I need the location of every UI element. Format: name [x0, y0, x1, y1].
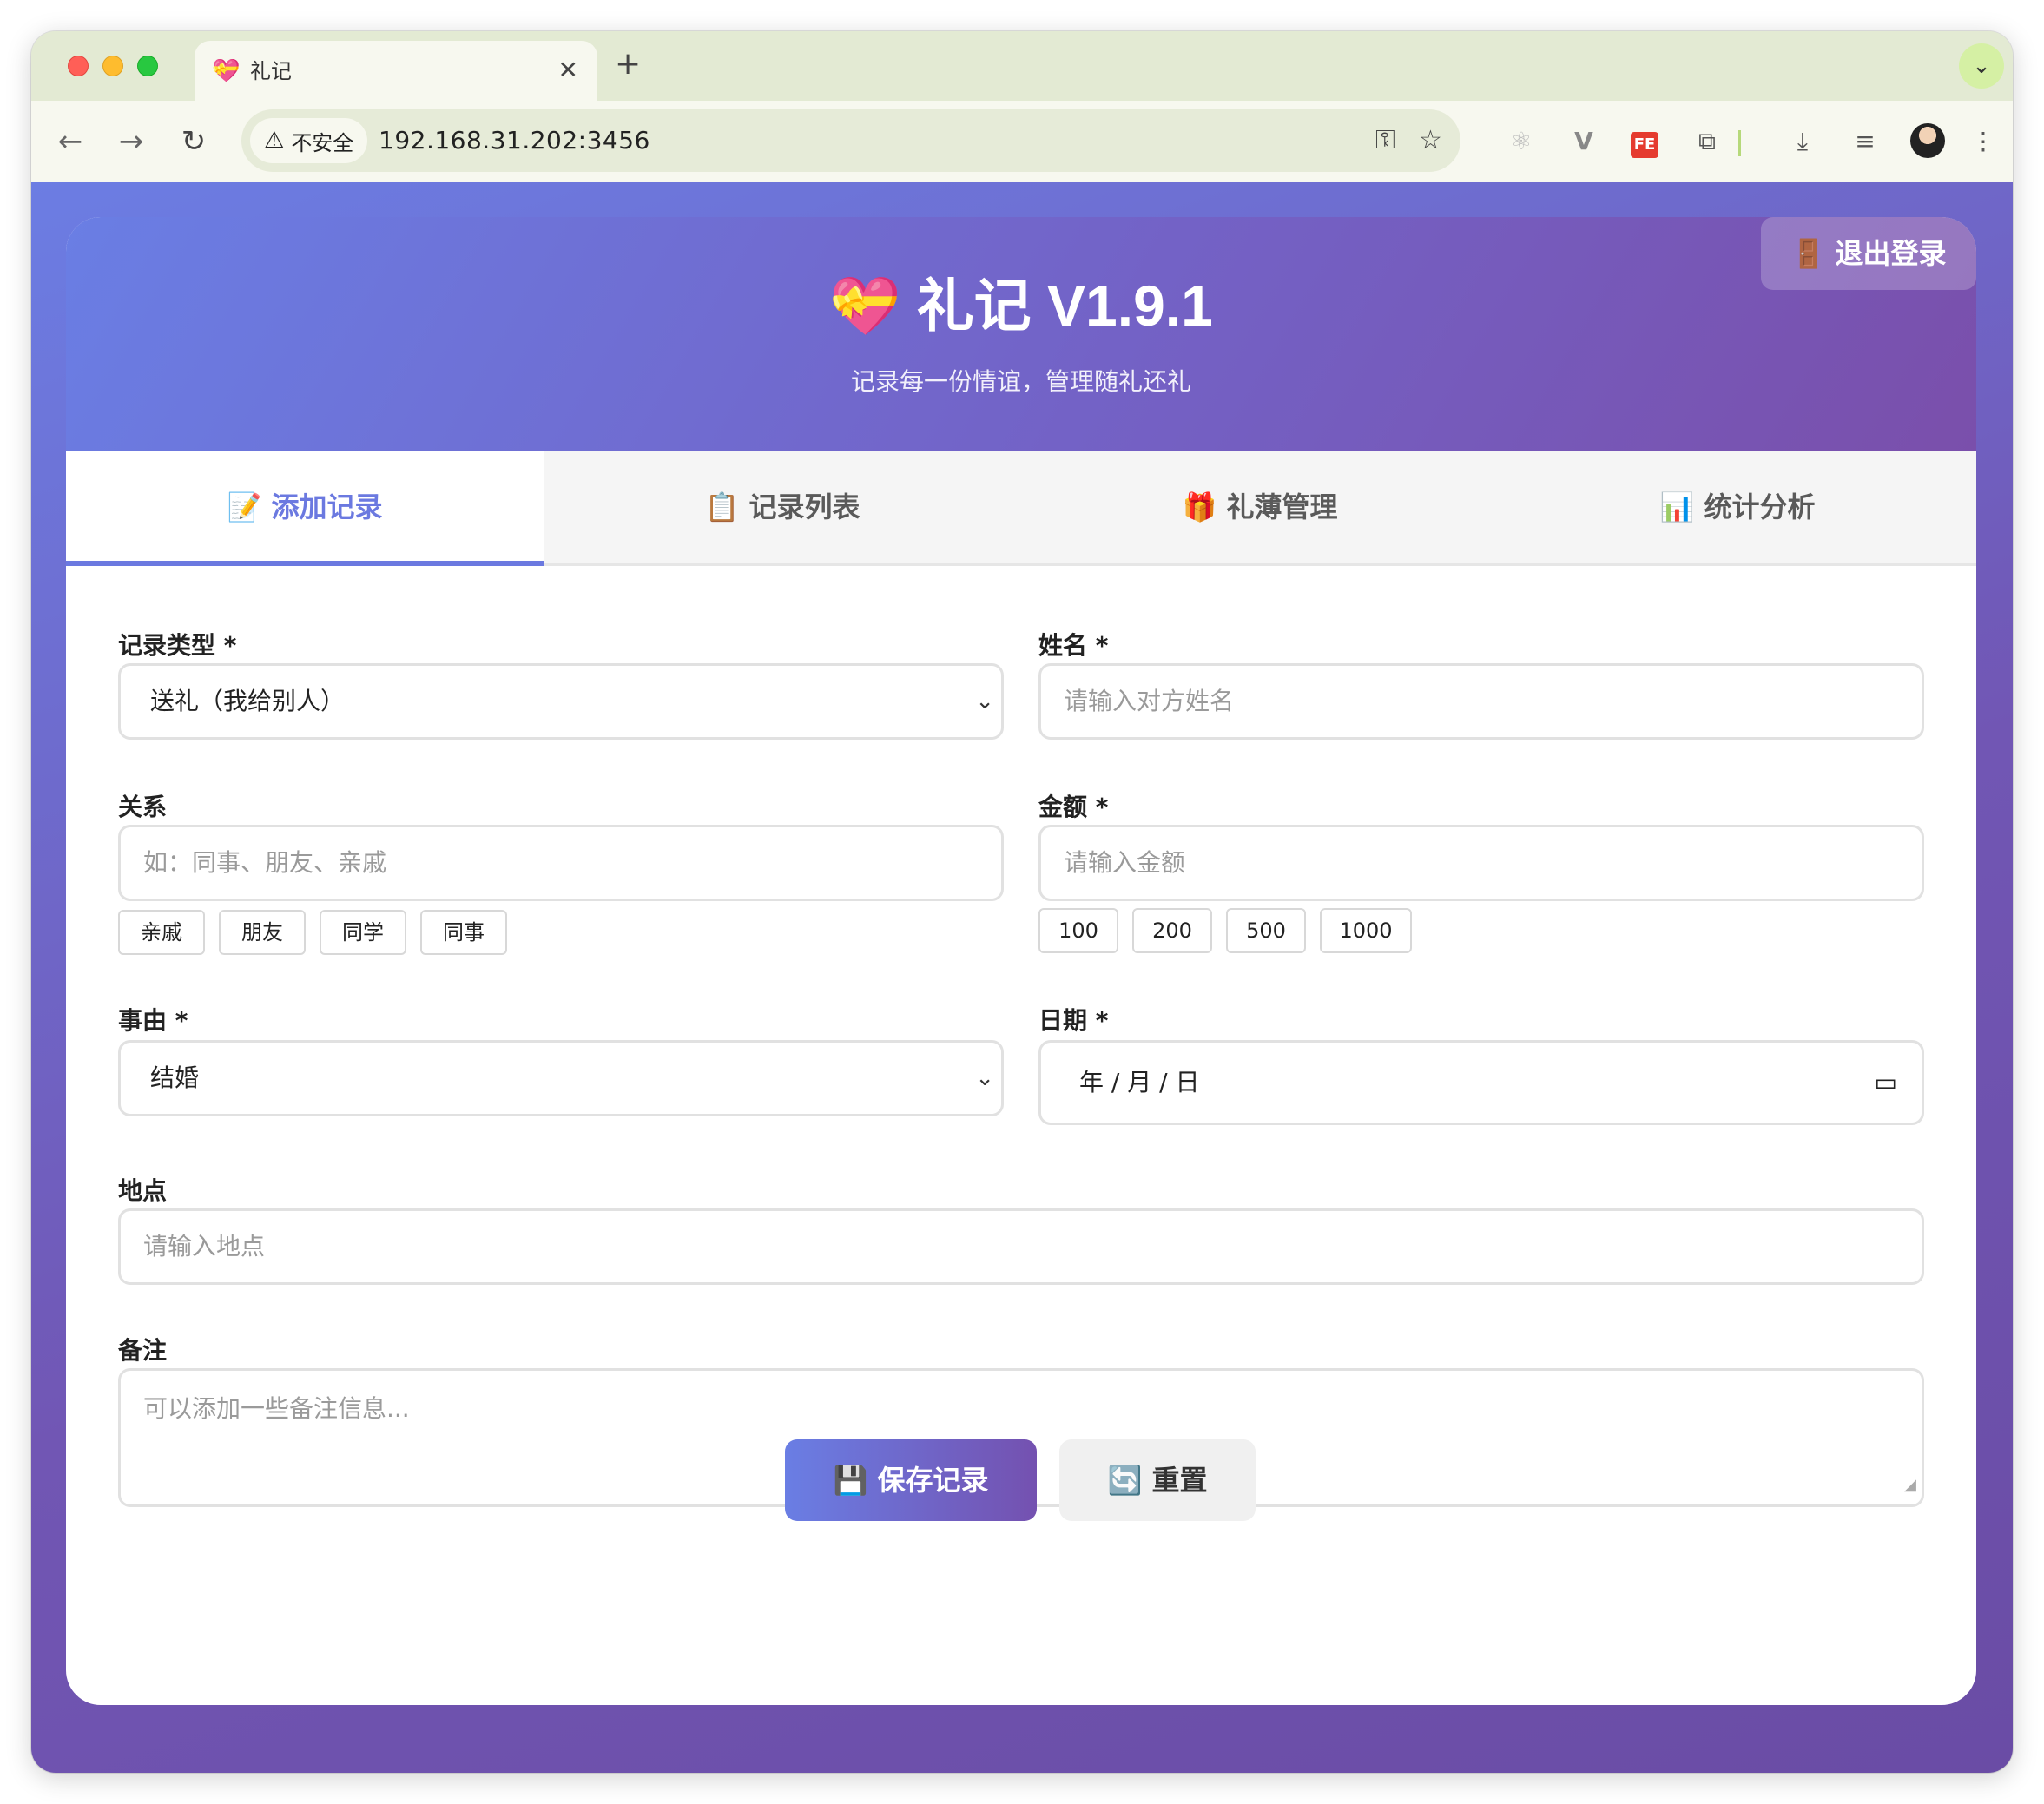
amount-chip-500[interactable]: 500	[1226, 908, 1306, 953]
amount-chip-1000[interactable]: 1000	[1320, 908, 1412, 953]
security-chip[interactable]: ⚠ 不安全	[250, 118, 368, 163]
location-input[interactable]: 请输入地点	[118, 1208, 1924, 1285]
name-label: 姓名 *	[1038, 631, 1109, 660]
star-icon[interactable]: ☆	[1419, 123, 1442, 158]
back-arrow-icon[interactable]: ←	[49, 120, 92, 163]
calendar-icon[interactable]: ▭	[1875, 1043, 1897, 1123]
record-type-value: 送礼（我给别人）	[150, 687, 346, 715]
tab-strip: 💝 礼记 ✕ + ⌄	[31, 31, 2013, 101]
security-label: 不安全	[291, 130, 354, 155]
url-text[interactable]: 192.168.31.202:3456	[379, 125, 650, 156]
reason-label: 事由 *	[118, 1006, 188, 1035]
save-button[interactable]: 💾 保存记录	[785, 1439, 1037, 1521]
heart-gift-icon: 💝	[212, 58, 241, 84]
tab-statistics[interactable]: 📊 统计分析	[1499, 451, 1976, 563]
page-background: 💝 礼记 V1.9.1 记录每一份情谊，管理随礼还礼 🚪 退出登录 📝 添加记录…	[31, 182, 2013, 1773]
key-icon[interactable]: ⚿	[1375, 123, 1395, 158]
logout-button[interactable]: 🚪 退出登录	[1761, 217, 1976, 290]
reset-button[interactable]: 🔄 重置	[1059, 1439, 1256, 1521]
name-placeholder: 请输入对方姓名	[1064, 687, 1235, 715]
relation-placeholder: 如：同事、朋友、亲戚	[143, 848, 387, 877]
download-icon[interactable]: ⤓	[1784, 120, 1822, 163]
relation-chip-friend[interactable]: 朋友	[219, 910, 306, 955]
address-bar[interactable]: ⚠ 不安全 192.168.31.202:3456 ⚿ ☆	[241, 109, 1460, 172]
maximize-window-button[interactable]	[137, 56, 158, 76]
relation-label: 关系	[118, 793, 168, 821]
date-input[interactable]: 年 / 月 / 日 ▭	[1038, 1040, 1924, 1125]
notes-placeholder: 可以添加一些备注信息...	[143, 1394, 410, 1423]
app-header: 💝 礼记 V1.9.1 记录每一份情谊，管理随礼还礼 🚪 退出登录	[66, 217, 1976, 451]
date-value: 年 / 月 / 日	[1079, 1068, 1200, 1096]
browser-tab-title: 礼记	[250, 59, 292, 83]
amount-placeholder: 请输入金额	[1064, 848, 1186, 877]
amount-label: 金额 *	[1038, 793, 1109, 821]
minimize-window-button[interactable]	[102, 56, 123, 76]
tab-record-list[interactable]: 📋 记录列表	[544, 451, 1021, 563]
page-title-text: 礼记 V1.9.1	[916, 273, 1213, 338]
more-menu-icon[interactable]: ⋮	[1964, 120, 2002, 163]
toolbar-divider	[1738, 130, 1741, 156]
forward-arrow-icon[interactable]: →	[109, 120, 153, 163]
reload-icon[interactable]: ↻	[172, 120, 215, 163]
relation-chip-colleague[interactable]: 同事	[420, 910, 507, 955]
profile-avatar[interactable]	[1910, 123, 1945, 158]
chevron-down-icon[interactable]: ⌄	[1959, 43, 2004, 89]
fe-helper-icon[interactable]: FE	[1625, 120, 1664, 163]
reason-select[interactable]: 结婚 ⌄	[118, 1040, 1004, 1116]
record-type-select[interactable]: 送礼（我给别人） ⌄	[118, 663, 1004, 740]
notes-label: 备注	[118, 1336, 168, 1365]
tab-gift-book[interactable]: 🎁 礼薄管理	[1021, 451, 1499, 563]
app-card: 💝 礼记 V1.9.1 记录每一份情谊，管理随礼还礼 🚪 退出登录 📝 添加记录…	[66, 217, 1976, 1705]
tab-add-record[interactable]: 📝 添加记录	[66, 451, 544, 566]
react-devtools-icon[interactable]: ⚛	[1502, 120, 1540, 163]
location-placeholder: 请输入地点	[143, 1232, 266, 1261]
page-subtitle: 记录每一份情谊，管理随礼还礼	[850, 367, 1191, 396]
browser-tab[interactable]: 💝 礼记 ✕	[195, 41, 597, 101]
add-record-form: 记录类型 * 送礼（我给别人） ⌄ 姓名 * 请输入对方姓名 关系 如：同事、朋…	[118, 566, 1924, 1695]
close-window-button[interactable]	[68, 56, 89, 76]
amount-input[interactable]: 请输入金额	[1038, 825, 1924, 901]
relation-chip-relative[interactable]: 亲戚	[118, 910, 205, 955]
location-label: 地点	[118, 1176, 168, 1205]
vue-devtools-icon[interactable]: V	[1565, 120, 1603, 163]
extensions-puzzle-icon[interactable]: ⧉	[1688, 120, 1726, 163]
relation-chip-classmate[interactable]: 同学	[320, 910, 406, 955]
page-title: 💝 礼记 V1.9.1	[66, 271, 1976, 340]
date-label: 日期 *	[1038, 1006, 1109, 1035]
heart-gift-icon: 💝	[829, 273, 901, 338]
browser-window: 💝 礼记 ✕ + ⌄ ← → ↻ ⚠ 不安全 192.168.31.202:34…	[31, 31, 2013, 1773]
close-tab-icon[interactable]: ✕	[558, 56, 578, 84]
record-type-label: 记录类型 *	[118, 631, 237, 660]
main-tabs: 📝 添加记录 📋 记录列表 🎁 礼薄管理 📊 统计分析	[66, 451, 1976, 566]
reason-value: 结婚	[150, 1063, 200, 1092]
warning-icon: ⚠	[264, 128, 285, 154]
name-input[interactable]: 请输入对方姓名	[1038, 663, 1924, 740]
amount-chip-100[interactable]: 100	[1038, 908, 1118, 953]
resize-handle-icon[interactable]: ◢	[1904, 1470, 1916, 1501]
amount-chip-200[interactable]: 200	[1132, 908, 1212, 953]
chevron-down-icon: ⌄	[975, 688, 994, 714]
browser-toolbar: ← → ↻ ⚠ 不安全 192.168.31.202:3456 ⚿ ☆ ⚛ V …	[31, 101, 2013, 182]
new-tab-icon[interactable]: +	[615, 47, 641, 82]
media-queue-icon[interactable]: ≡	[1846, 120, 1884, 163]
relation-input[interactable]: 如：同事、朋友、亲戚	[118, 825, 1004, 901]
chevron-down-icon: ⌄	[975, 1065, 994, 1091]
